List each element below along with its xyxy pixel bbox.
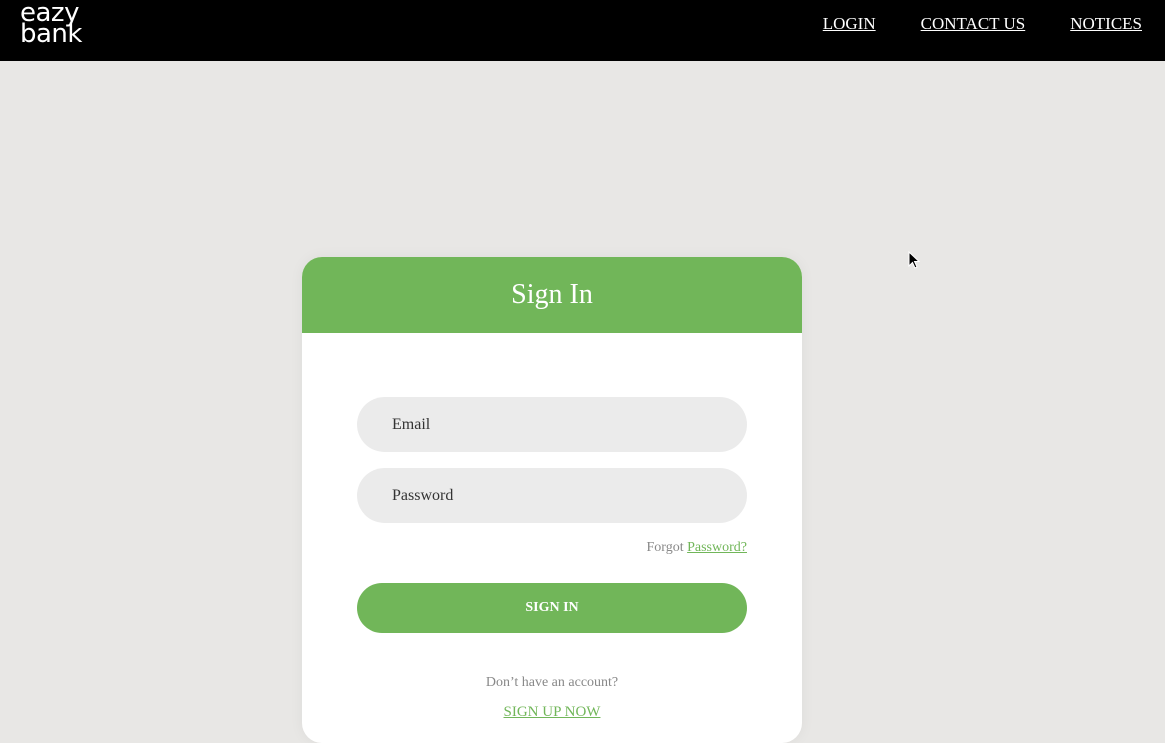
signup-link[interactable]: SIGN UP NOW <box>504 704 601 720</box>
top-navbar: eazy bank LOGIN CONTACT US NOTICES <box>0 0 1165 61</box>
forgot-password: Forgot Password? <box>647 540 747 556</box>
email-placeholder: Email <box>392 415 431 433</box>
signup-container: SIGN UP NOW <box>302 704 802 721</box>
signin-button[interactable]: SIGN IN <box>357 583 747 633</box>
eazybank-logo[interactable]: eazy bank <box>20 0 82 49</box>
nav-contact-link[interactable]: CONTACT US <box>921 14 1026 34</box>
forgot-password-link[interactable]: Password? <box>687 540 747 555</box>
signin-card: Sign In Email Password Forgot Password? … <box>302 257 802 743</box>
forgot-prefix: Forgot <box>646 540 684 555</box>
email-input[interactable]: Email <box>357 397 747 452</box>
nav-links: LOGIN CONTACT US NOTICES <box>823 14 1142 34</box>
nav-login-link[interactable]: LOGIN <box>823 14 876 34</box>
mouse-pointer-icon <box>908 251 920 269</box>
logo-line-2: bank <box>20 19 82 49</box>
password-placeholder: Password <box>392 486 454 504</box>
no-account-text: Don’t have an account? <box>485 675 619 690</box>
signin-title: Sign In <box>302 257 802 333</box>
password-input[interactable]: Password <box>357 468 747 523</box>
nav-notices-link[interactable]: NOTICES <box>1070 14 1142 34</box>
